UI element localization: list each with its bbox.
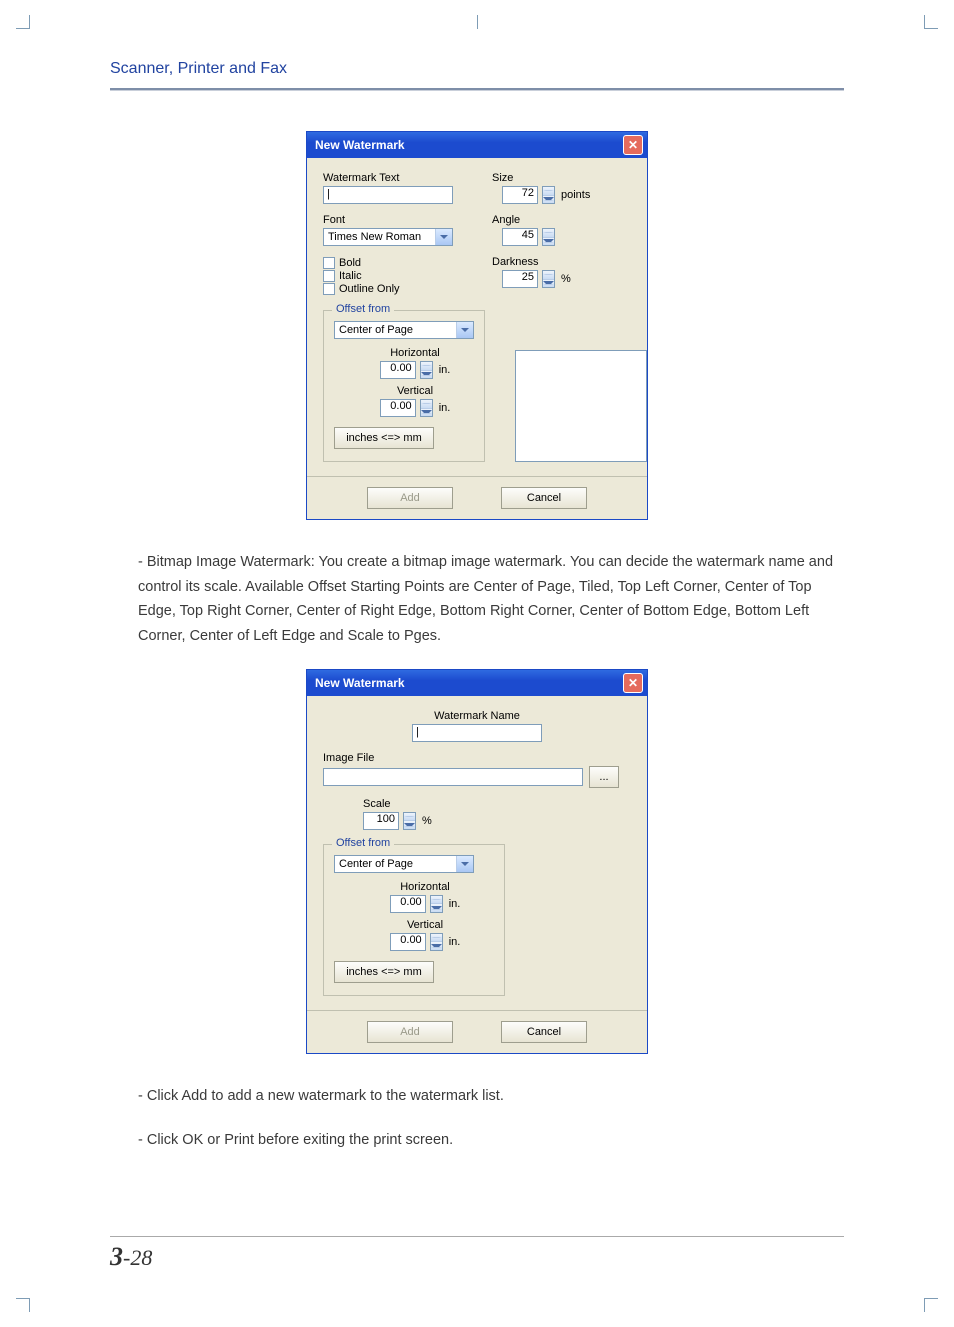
offset-legend: Offset from (332, 303, 394, 315)
scale-unit: % (422, 815, 432, 827)
angle-spinner[interactable] (542, 228, 555, 246)
horizontal-spinner[interactable] (420, 361, 433, 379)
outline-label: Outline Only (339, 283, 400, 295)
darkness-label: Darkness (492, 256, 631, 268)
horizontal-label: Horizontal (356, 881, 494, 893)
paragraph-add: - Click Add to add a new watermark to th… (110, 1084, 844, 1109)
dialog-title: New Watermark (315, 676, 405, 690)
darkness-spinner[interactable] (542, 270, 555, 288)
close-icon[interactable]: ✕ (623, 673, 643, 693)
add-button[interactable]: Add (367, 1021, 453, 1043)
font-value: Times New Roman (324, 231, 435, 243)
offset-value: Center of Page (335, 324, 456, 336)
new-watermark-dialog-text: New Watermark ✕ Watermark Text | Size 72 (306, 131, 648, 520)
watermark-name-input[interactable]: | (412, 724, 542, 742)
browse-button[interactable]: ... (589, 766, 619, 788)
dialog-titlebar: New Watermark ✕ (307, 670, 647, 696)
scale-spinner[interactable] (403, 812, 416, 830)
horizontal-unit: in. (449, 898, 461, 910)
italic-checkbox[interactable] (323, 270, 335, 282)
size-unit: points (561, 189, 590, 201)
dialog-title: New Watermark (315, 138, 405, 152)
size-spinner[interactable] (542, 186, 555, 204)
header-rule (110, 88, 844, 91)
bold-label: Bold (339, 257, 361, 269)
page-number: 3-28 (110, 1242, 152, 1272)
offset-select[interactable]: Center of Page (334, 855, 474, 873)
paragraph-bitmap: - Bitmap Image Watermark: You create a b… (110, 550, 844, 649)
scale-input[interactable]: 100 (363, 812, 399, 830)
add-button[interactable]: Add (367, 487, 453, 509)
offset-legend: Offset from (332, 837, 394, 849)
italic-label: Italic (339, 270, 362, 282)
vertical-unit: in. (449, 936, 461, 948)
close-icon[interactable]: ✕ (623, 135, 643, 155)
preview-box (515, 350, 647, 462)
watermark-name-label: Watermark Name (323, 710, 631, 722)
inches-mm-button[interactable]: inches <=> mm (334, 427, 434, 449)
size-input[interactable]: 72 (502, 186, 538, 204)
darkness-unit: % (561, 273, 571, 285)
offset-groupbox: Offset from Center of Page Horizontal 0.… (323, 310, 485, 462)
paragraph-ok: - Click OK or Print before exiting the p… (110, 1128, 844, 1153)
chevron-down-icon[interactable] (435, 229, 452, 245)
horizontal-unit: in. (439, 364, 451, 376)
size-label: Size (492, 172, 631, 184)
scale-label: Scale (363, 798, 631, 810)
image-file-input[interactable] (323, 768, 583, 786)
offset-select[interactable]: Center of Page (334, 321, 474, 339)
bold-checkbox[interactable] (323, 257, 335, 269)
horizontal-spinner[interactable] (430, 895, 443, 913)
inches-mm-button[interactable]: inches <=> mm (334, 961, 434, 983)
vertical-unit: in. (439, 402, 451, 414)
cancel-button[interactable]: Cancel (501, 1021, 587, 1043)
watermark-text-label: Watermark Text (323, 172, 462, 184)
font-select[interactable]: Times New Roman (323, 228, 453, 246)
chevron-down-icon[interactable] (456, 322, 473, 338)
new-watermark-dialog-bitmap: New Watermark ✕ Watermark Name | Image F… (306, 669, 648, 1054)
font-label: Font (323, 214, 462, 226)
vertical-label: Vertical (356, 385, 474, 397)
vertical-input[interactable]: 0.00 (390, 933, 426, 951)
footer-rule (110, 1236, 844, 1237)
outline-checkbox[interactable] (323, 283, 335, 295)
page-header: Scanner, Printer and Fax (110, 60, 844, 88)
horizontal-label: Horizontal (356, 347, 474, 359)
angle-label: Angle (492, 214, 631, 226)
horizontal-input[interactable]: 0.00 (380, 361, 416, 379)
watermark-text-input[interactable]: | (323, 186, 453, 204)
darkness-input[interactable]: 25 (502, 270, 538, 288)
image-file-label: Image File (323, 752, 631, 764)
vertical-label: Vertical (356, 919, 494, 931)
vertical-spinner[interactable] (420, 399, 433, 417)
angle-input[interactable]: 45 (502, 228, 538, 246)
dialog-titlebar: New Watermark ✕ (307, 132, 647, 158)
chevron-down-icon[interactable] (456, 856, 473, 872)
vertical-spinner[interactable] (430, 933, 443, 951)
cancel-button[interactable]: Cancel (501, 487, 587, 509)
horizontal-input[interactable]: 0.00 (390, 895, 426, 913)
offset-groupbox: Offset from Center of Page Horizontal 0.… (323, 844, 505, 996)
vertical-input[interactable]: 0.00 (380, 399, 416, 417)
offset-value: Center of Page (335, 858, 456, 870)
